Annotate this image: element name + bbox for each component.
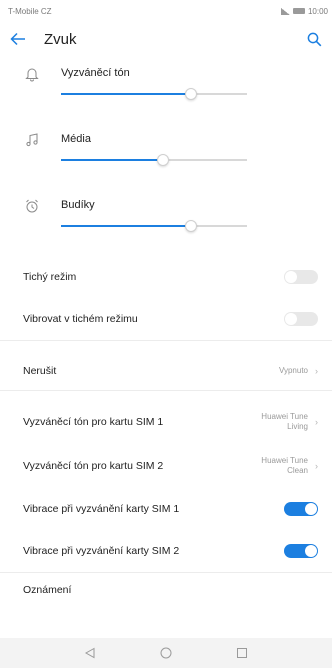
page-title: Zvuk (44, 30, 77, 48)
volume-slider[interactable] (61, 154, 247, 166)
volume-label: Média (61, 133, 91, 145)
chevron-right-icon: › (315, 417, 318, 427)
status-indicators: 10:00 (280, 6, 328, 16)
alarm-clock-icon (26, 199, 38, 213)
dnd-value: Vypnuto (278, 366, 308, 375)
circle-home-icon (160, 647, 172, 659)
silent-mode-row[interactable]: Tichý režim (0, 256, 332, 298)
volume-ringtone: Vyzváněcí tón (0, 56, 332, 122)
volume-label: Budíky (61, 199, 95, 211)
vibrate-silent-switch[interactable] (284, 312, 318, 326)
slider-handle[interactable] (185, 88, 198, 100)
ringtone-name: Huawei Tune (261, 412, 308, 421)
sim1-vibrate-label: Vibrace při vyzvánění karty SIM 1 (23, 503, 180, 515)
navigation-bar (0, 638, 332, 668)
sim1-ringtone-label: Vyzváněcí tón pro kartu SIM 1 (23, 416, 164, 428)
sim2-ringtone-label: Vyzváněcí tón pro kartu SIM 2 (23, 460, 164, 472)
back-nav-button[interactable] (83, 646, 97, 660)
search-button[interactable] (300, 32, 322, 47)
volume-alarm: Budíky (0, 188, 332, 256)
home-nav-button[interactable] (159, 646, 173, 660)
slider-fill (61, 159, 164, 161)
switch-thumb (285, 271, 297, 283)
dnd-label: Nerušit (23, 365, 57, 377)
recents-nav-button[interactable] (235, 646, 249, 660)
volume-label: Vyzváněcí tón (61, 67, 130, 79)
switch-thumb (305, 545, 317, 557)
sim2-vibrate-switch[interactable] (284, 544, 318, 558)
ringtone-variant: Living (287, 422, 308, 431)
sim2-vibrate-label: Vibrace při vyzvánění karty SIM 2 (23, 545, 180, 557)
arrow-left-icon (10, 32, 25, 46)
section-divider (0, 572, 332, 580)
ringtone-name: Huawei Tune (261, 456, 308, 465)
notifications-row[interactable]: Oznámení (0, 580, 332, 606)
notifications-label: Oznámení (23, 584, 72, 596)
sim1-vibrate-switch[interactable] (284, 502, 318, 516)
ringtone-variant: Clean (287, 466, 308, 475)
section-divider (0, 340, 332, 352)
silent-mode-switch[interactable] (284, 270, 318, 284)
app-bar: Zvuk (0, 22, 332, 56)
dnd-row[interactable]: Nerušit Vypnuto › (0, 352, 332, 390)
switch-thumb (285, 313, 297, 325)
switch-thumb (305, 503, 317, 515)
vibrate-silent-row[interactable]: Vibrovat v tichém režimu (0, 298, 332, 340)
volume-slider[interactable] (61, 88, 247, 100)
carrier-name: T-Mobile CZ (8, 6, 52, 16)
chevron-right-icon: › (315, 366, 318, 376)
slider-handle[interactable] (185, 220, 198, 232)
search-icon (307, 32, 322, 46)
volume-media: Média (0, 122, 332, 188)
vibrate-silent-label: Vibrovat v tichém režimu (23, 313, 138, 325)
sim2-ringtone-value: Huawei Tune Clean (261, 456, 308, 476)
status-bar: T-Mobile CZ 10:00 (0, 0, 332, 22)
chevron-right-icon: › (315, 461, 318, 471)
triangle-back-icon (84, 647, 95, 659)
volume-slider[interactable] (61, 220, 247, 232)
sim1-vibrate-row[interactable]: Vibrace při vyzvánění karty SIM 1 (0, 488, 332, 530)
sim1-ringtone-row[interactable]: Vyzváněcí tón pro kartu SIM 1 Huawei Tun… (0, 400, 332, 444)
slider-fill (61, 93, 192, 95)
sim1-ringtone-value: Huawei Tune Living (261, 412, 308, 432)
sim2-ringtone-row[interactable]: Vyzváněcí tón pro kartu SIM 2 Huawei Tun… (0, 444, 332, 488)
sim2-vibrate-row[interactable]: Vibrace při vyzvánění karty SIM 2 (0, 530, 332, 572)
square-recents-icon (237, 648, 247, 658)
slider-fill (61, 225, 192, 227)
signal-icon (280, 7, 290, 15)
back-button[interactable] (10, 32, 36, 46)
slider-handle[interactable] (157, 154, 170, 166)
clock: 10:00 (307, 6, 328, 16)
music-note-icon (26, 133, 38, 147)
bell-icon (25, 68, 39, 82)
battery-icon (292, 8, 305, 14)
section-divider (0, 390, 332, 400)
silent-mode-label: Tichý režim (23, 271, 77, 283)
